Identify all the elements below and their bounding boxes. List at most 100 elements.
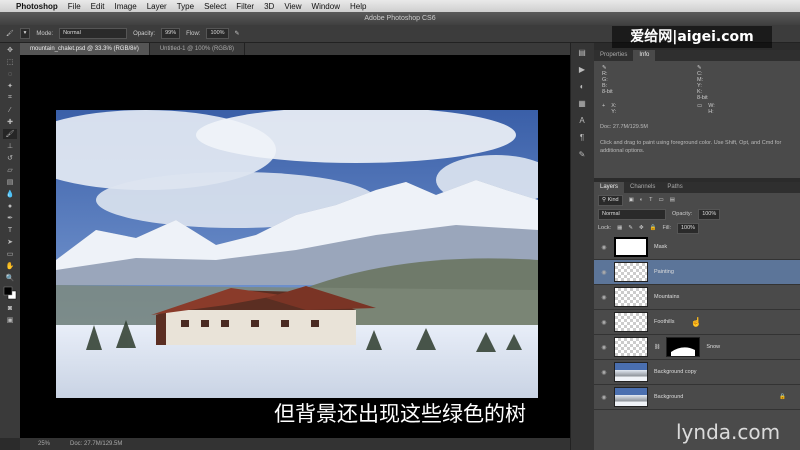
flow-field[interactable]: 100% (206, 28, 229, 39)
info-panel-tabs: Properties Info (594, 50, 800, 61)
tab-paths[interactable]: Paths (661, 182, 688, 193)
doc-tab-untitled[interactable]: Untitled-1 @ 100% (RGB/8) (150, 43, 245, 55)
menu-edit[interactable]: Edit (91, 2, 105, 11)
eye-icon[interactable]: ◉ (600, 244, 608, 251)
status-bar: 25% Doc: 27.7M/129.5M (20, 438, 570, 450)
layer-row-painting[interactable]: ◉ Painting (594, 260, 800, 285)
cmyk-bit-depth: 8-bit (697, 95, 708, 101)
hand-tool-icon[interactable]: ✋ (3, 261, 17, 271)
document-photo[interactable] (56, 110, 538, 398)
layer-thumbnail (614, 312, 648, 332)
brush-tool-icon[interactable]: 🖌 (6, 30, 14, 37)
info-panel: Properties Info ✎ R: G: B: 8-bit ✎ C: M:… (594, 50, 800, 178)
watermark-aigei: 爱给网|aigei.com (612, 26, 772, 48)
eyedropper-icon[interactable]: ⁄ (3, 105, 17, 115)
layer-thumbnail (614, 287, 648, 307)
blur-tool-icon[interactable]: 💧 (3, 189, 17, 199)
path-select-icon[interactable]: ➤ (3, 237, 17, 247)
layer-opacity-field[interactable]: 100% (698, 208, 721, 220)
eye-icon[interactable]: ◉ (600, 319, 608, 326)
tab-layers[interactable]: Layers (594, 182, 625, 193)
layer-name: Mountains (654, 294, 680, 300)
mode-select[interactable]: Normal (59, 28, 128, 39)
eye-icon[interactable]: ◉ (600, 369, 608, 376)
character-panel-icon[interactable]: A (575, 116, 589, 128)
menu-3d[interactable]: 3D (264, 2, 274, 11)
menu-file[interactable]: File (68, 2, 81, 11)
layer-row-background-copy[interactable]: ◉ Background copy (594, 360, 800, 385)
paragraph-panel-icon[interactable]: ¶ (575, 133, 589, 145)
menu-app-name[interactable]: Photoshop (16, 2, 58, 11)
crop-tool-icon[interactable]: ⌗ (3, 93, 17, 103)
filter-pixel-icon[interactable]: ▣ (629, 197, 634, 203)
color-swatches-icon[interactable] (3, 285, 17, 301)
actions-panel-icon[interactable]: ▶ (575, 65, 589, 77)
blend-mode-select[interactable]: Normal (598, 208, 666, 220)
brush-panel-icon[interactable]: ✎ (575, 150, 589, 162)
layer-mask-thumbnail[interactable] (666, 337, 701, 357)
gradient-icon[interactable]: ▤ (3, 177, 17, 187)
menu-help[interactable]: Help (350, 2, 366, 11)
fill-field[interactable]: 100% (677, 222, 700, 234)
layer-thumbnail (614, 262, 648, 282)
lock-pixels-icon[interactable]: ✎ (628, 225, 633, 231)
history-brush-icon[interactable]: ↺ (3, 153, 17, 163)
rgb-readout: ✎ R: G: B: 8-bit (602, 65, 697, 101)
menu-view[interactable]: View (284, 2, 301, 11)
fill-label: Fill: (662, 225, 671, 231)
panel-dock: ▤ ▶ ◐ ▦ A ¶ ✎ (570, 43, 594, 450)
lasso-tool-icon[interactable]: ◌ (3, 69, 17, 79)
lock-label: Lock: (598, 225, 612, 231)
quick-mask-icon[interactable]: ◙ (3, 303, 17, 313)
wh-readout: ▭ W: H: (697, 103, 792, 115)
zoom-tool-icon[interactable]: 🔍 (3, 273, 17, 283)
layer-row-mask[interactable]: ◉ Mask (594, 235, 800, 260)
filter-adjustment-icon[interactable]: ◐ (640, 197, 643, 203)
eraser-icon[interactable]: ▱ (3, 165, 17, 175)
eye-icon[interactable]: ◉ (600, 269, 608, 276)
opacity-field[interactable]: 99% (161, 28, 181, 39)
type-tool-icon[interactable]: T (3, 225, 17, 235)
layer-kind-filter[interactable]: ⚲ Kind (598, 194, 623, 206)
filter-smart-icon[interactable]: ▤ (670, 197, 675, 203)
healing-brush-icon[interactable]: ✚ (3, 117, 17, 127)
layer-row-foothills[interactable]: ◉ Foothills ☝ (594, 310, 800, 335)
layer-row-snow[interactable]: ◉ ⛓ Snow (594, 335, 800, 360)
filter-type-icon[interactable]: T (649, 197, 652, 203)
adjustments-panel-icon[interactable]: ◐ (575, 82, 589, 94)
menu-window[interactable]: Window (312, 2, 340, 11)
layer-link-icon: ⛓ (654, 344, 661, 350)
brush-size-picker[interactable]: ▾ (19, 28, 31, 39)
tab-info[interactable]: Info (633, 50, 656, 61)
airbrush-icon[interactable]: ✎ (235, 30, 240, 37)
pen-tool-icon[interactable]: ✒ (3, 213, 17, 223)
lock-all-icon[interactable]: 🔒 (650, 225, 657, 231)
magic-wand-icon[interactable]: ✦ (3, 81, 17, 91)
marquee-tool-icon[interactable]: ⬚ (3, 57, 17, 67)
lock-transparency-icon[interactable]: ▦ (617, 225, 622, 231)
mountain-chalet-image (56, 110, 538, 398)
filter-shape-icon[interactable]: ▭ (658, 197, 663, 203)
tab-properties[interactable]: Properties (594, 50, 633, 61)
styles-panel-icon[interactable]: ▦ (575, 99, 589, 111)
dodge-tool-icon[interactable]: ● (3, 201, 17, 211)
clone-stamp-icon[interactable]: ⊥ (3, 141, 17, 151)
menu-filter[interactable]: Filter (236, 2, 254, 11)
lock-position-icon[interactable]: ✥ (639, 225, 644, 231)
canvas-area[interactable] (20, 55, 570, 438)
shape-tool-icon[interactable]: ▭ (3, 249, 17, 259)
menu-layer[interactable]: Layer (147, 2, 167, 11)
eye-icon[interactable]: ◉ (600, 344, 608, 351)
brush-tool-icon[interactable]: 🖌 (3, 129, 17, 139)
history-panel-icon[interactable]: ▤ (575, 48, 589, 60)
menu-select[interactable]: Select (204, 2, 226, 11)
menu-image[interactable]: Image (114, 2, 136, 11)
tab-channels[interactable]: Channels (624, 182, 661, 193)
move-tool-icon[interactable]: ✥ (3, 45, 17, 55)
zoom-level[interactable]: 25% (38, 441, 50, 447)
doc-tab-mountain-chalet[interactable]: mountain_chalet.psd @ 33.3% (RGB/8#) (20, 43, 150, 55)
screen-mode-icon[interactable]: ▣ (3, 315, 17, 325)
eye-icon[interactable]: ◉ (600, 294, 608, 301)
layer-row-mountains[interactable]: ◉ Mountains (594, 285, 800, 310)
menu-type[interactable]: Type (177, 2, 194, 11)
